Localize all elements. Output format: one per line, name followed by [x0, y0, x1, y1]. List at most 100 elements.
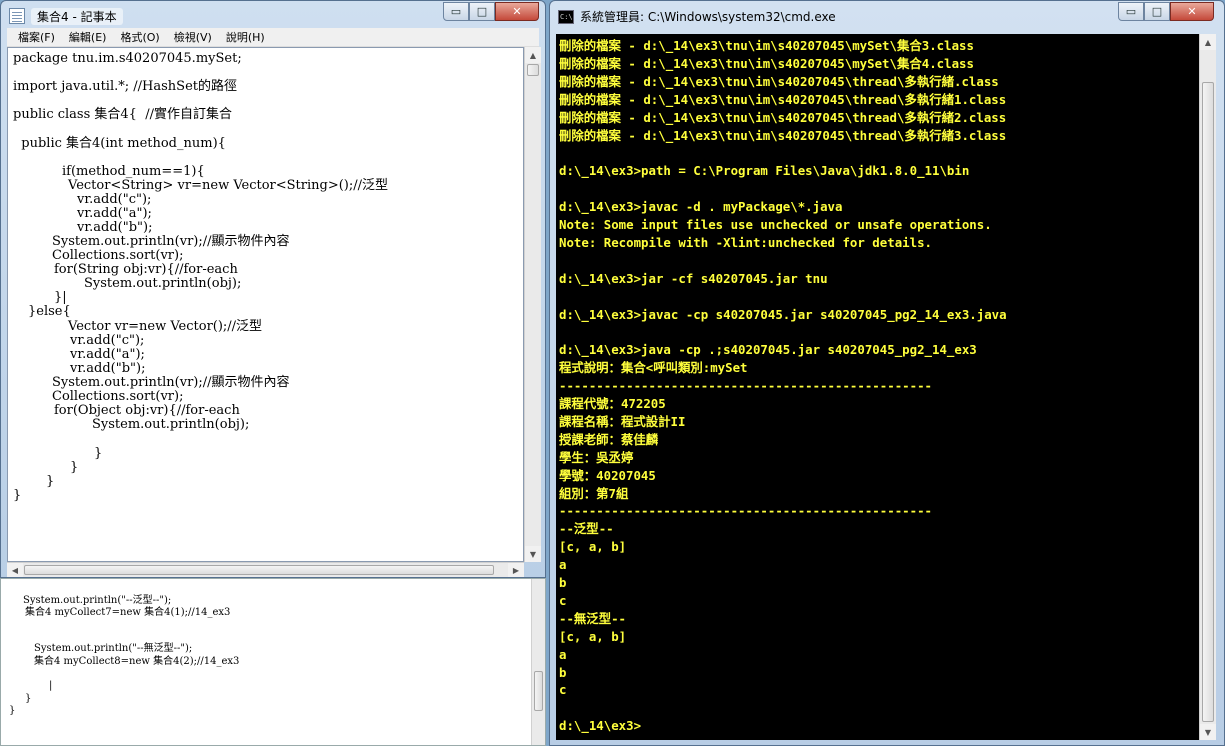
- maximize-button[interactable]: □: [469, 2, 495, 21]
- console-line: [c, a, b]: [559, 539, 627, 555]
- menu-view[interactable]: 檢視(V): [167, 29, 219, 45]
- code-line: }|: [54, 290, 67, 305]
- code-line: Vector vr=new Vector();//泛型: [68, 319, 263, 334]
- scroll-thumb[interactable]: [24, 565, 494, 575]
- close-button[interactable]: ✕: [495, 2, 539, 21]
- code-line: System.out.println("--無泛型--");: [34, 643, 193, 654]
- code-line: public class 集合4{ //實作自訂集合: [13, 107, 232, 122]
- console-line: 課程名稱：程式設計II: [559, 413, 686, 429]
- console-line: a: [559, 646, 567, 662]
- console-line: 刪除的檔案 - d:\_14\ex3\tnu\im\s40207045\thre…: [559, 127, 1007, 143]
- console-line: d:\_14\ex3>: [559, 718, 642, 734]
- cmd-window: C:\ 系統管理員: C:\Windows\system32\cmd.exe ▭…: [549, 0, 1225, 746]
- close-icon: ✕: [512, 5, 522, 18]
- console-line: b: [559, 664, 567, 680]
- console-line: c: [559, 682, 567, 698]
- code-line: Collections.sort(vr);: [52, 248, 184, 263]
- menu-help[interactable]: 說明(H): [219, 29, 272, 45]
- minimize-button[interactable]: ▭: [1118, 2, 1144, 21]
- console-line: d:\_14\ex3>path = C:\Program Files\Java\…: [559, 163, 970, 179]
- scroll-right-icon[interactable]: ▶: [508, 563, 524, 577]
- code-line: for(Object obj:vr){//for-each: [54, 403, 240, 418]
- notepad-caption-buttons: ▭ □ ✕: [443, 2, 539, 21]
- code-line: for(String obj:vr){//for-each: [54, 262, 238, 277]
- scroll-thumb[interactable]: [1202, 82, 1214, 722]
- cmd-title: 系統管理員: C:\Windows\system32\cmd.exe: [580, 10, 836, 24]
- code-line: }: [46, 474, 55, 489]
- minimize-button[interactable]: ▭: [443, 2, 469, 21]
- code-line: import java.util.*; //HashSet的路徑: [13, 79, 237, 94]
- console-line: 學號：40207045: [559, 467, 656, 483]
- code-line: System.out.println(obj);: [84, 276, 242, 291]
- code-line: System.out.println("--泛型--");: [23, 595, 172, 606]
- cmd-icon: C:\: [558, 9, 574, 24]
- code-line: 集合4 myCollect7=new 集合4(1);//14_ex3: [25, 607, 231, 618]
- console-line: 刪除的檔案 - d:\_14\ex3\tnu\im\s40207045\mySe…: [559, 55, 974, 71]
- maximize-button[interactable]: □: [1144, 2, 1170, 21]
- console-output[interactable]: 刪除的檔案 - d:\_14\ex3\tnu\im\s40207045\mySe…: [556, 34, 1199, 740]
- code-line: vr.add("b");: [77, 220, 153, 235]
- menu-format[interactable]: 格式(O): [113, 29, 166, 45]
- console-line: a: [559, 557, 567, 573]
- cmd-vertical-scrollbar[interactable]: ▲ ▼: [1199, 34, 1216, 740]
- console-line: ----------------------------------------…: [559, 378, 932, 394]
- console-line: d:\_14\ex3>java -cp .;s40207045.jar s402…: [559, 342, 977, 358]
- code-line: }else{: [28, 304, 71, 319]
- code-line: 集合4 myCollect8=new 集合4(2);//14_ex3: [34, 656, 240, 667]
- code-line: Collections.sort(vr);: [52, 389, 184, 404]
- notepad-editor[interactable]: package tnu.im.s40207045.mySet; import j…: [7, 47, 524, 562]
- text-cursor: |: [49, 680, 53, 691]
- scroll-up-icon[interactable]: ▲: [1200, 34, 1216, 50]
- code-line: System.out.println(vr);//顯示物件內容: [52, 375, 290, 390]
- console-line: Note: Some input files use unchecked or …: [559, 217, 992, 232]
- scroll-left-icon[interactable]: ◀: [7, 563, 23, 577]
- console-line: 授課老師：蔡佳麟: [559, 431, 659, 447]
- code-line: vr.add("a");: [70, 347, 145, 362]
- code-line: public 集合4(int method_num){: [13, 136, 226, 151]
- scroll-down-icon[interactable]: ▼: [525, 546, 541, 562]
- console-line: 刪除的檔案 - d:\_14\ex3\tnu\im\s40207045\thre…: [559, 73, 999, 89]
- code-line: }: [94, 446, 103, 461]
- console-line: 刪除的檔案 - d:\_14\ex3\tnu\im\s40207045\thre…: [559, 109, 1007, 125]
- lower-code-pane[interactable]: System.out.println("--泛型--"); 集合4 myColl…: [0, 578, 546, 746]
- menu-file[interactable]: 檔案(F): [11, 29, 62, 45]
- maximize-icon: □: [476, 5, 488, 18]
- cmd-caption-buttons: ▭ □ ✕: [1118, 2, 1214, 21]
- lower-pane-scrollbar[interactable]: [531, 579, 545, 745]
- notepad-horizontal-scrollbar[interactable]: ◀ ▶: [7, 562, 524, 577]
- console-line: 學生：吳丞婷: [559, 449, 634, 465]
- code-line: System.out.println(obj);: [92, 417, 250, 432]
- console-line: b: [559, 575, 567, 590]
- console-line: 刪除的檔案 - d:\_14\ex3\tnu\im\s40207045\thre…: [559, 91, 1007, 107]
- code-line: vr.add("c");: [70, 333, 145, 348]
- scroll-up-icon[interactable]: ▲: [525, 47, 541, 63]
- console-line: ----------------------------------------…: [559, 503, 932, 519]
- code-line: }: [9, 705, 16, 716]
- code-line: vr.add("c");: [77, 192, 152, 207]
- close-button[interactable]: ✕: [1170, 2, 1214, 21]
- console-line: d:\_14\ex3>jar -cf s40207045.jar tnu: [559, 270, 828, 286]
- code-line: Vector<String> vr=new Vector<String>();/…: [68, 178, 389, 193]
- console-line: --無泛型--: [559, 610, 627, 626]
- console-line: 組別：第7組: [559, 485, 629, 501]
- console-line: c: [559, 592, 567, 608]
- menu-edit[interactable]: 編輯(E): [62, 29, 114, 45]
- notepad-titlebar[interactable]: 集合4 - 記事本: [9, 6, 123, 26]
- notepad-window: 集合4 - 記事本 ▭ □ ✕ 檔案(F) 編輯(E) 格式(O) 檢視(V) …: [0, 0, 546, 578]
- scroll-down-icon[interactable]: ▼: [1200, 724, 1216, 740]
- console-line: [c, a, b]: [559, 628, 627, 644]
- console-line: d:\_14\ex3>javac -d . myPackage\*.java: [559, 199, 843, 215]
- code-line: vr.add("a");: [77, 206, 152, 221]
- console-line: 刪除的檔案 - d:\_14\ex3\tnu\im\s40207045\mySe…: [559, 38, 974, 53]
- notepad-vertical-scrollbar[interactable]: ▲ ▼: [524, 47, 541, 562]
- scroll-thumb[interactable]: [527, 64, 539, 76]
- console-line: 程式說明：集合<呼叫類別:mySet: [559, 360, 748, 376]
- cmd-titlebar[interactable]: C:\ 系統管理員: C:\Windows\system32\cmd.exe: [558, 8, 836, 25]
- code-line: System.out.println(vr);//顯示物件內容: [52, 234, 290, 249]
- notepad-icon: [9, 8, 25, 24]
- scroll-thumb[interactable]: [534, 671, 543, 711]
- console-line: 課程代號：472205: [559, 396, 666, 411]
- notepad-title: 集合4 - 記事本: [31, 7, 123, 25]
- code-line: vr.add("b");: [70, 361, 146, 376]
- code-line: if(method_num==1){: [62, 164, 205, 179]
